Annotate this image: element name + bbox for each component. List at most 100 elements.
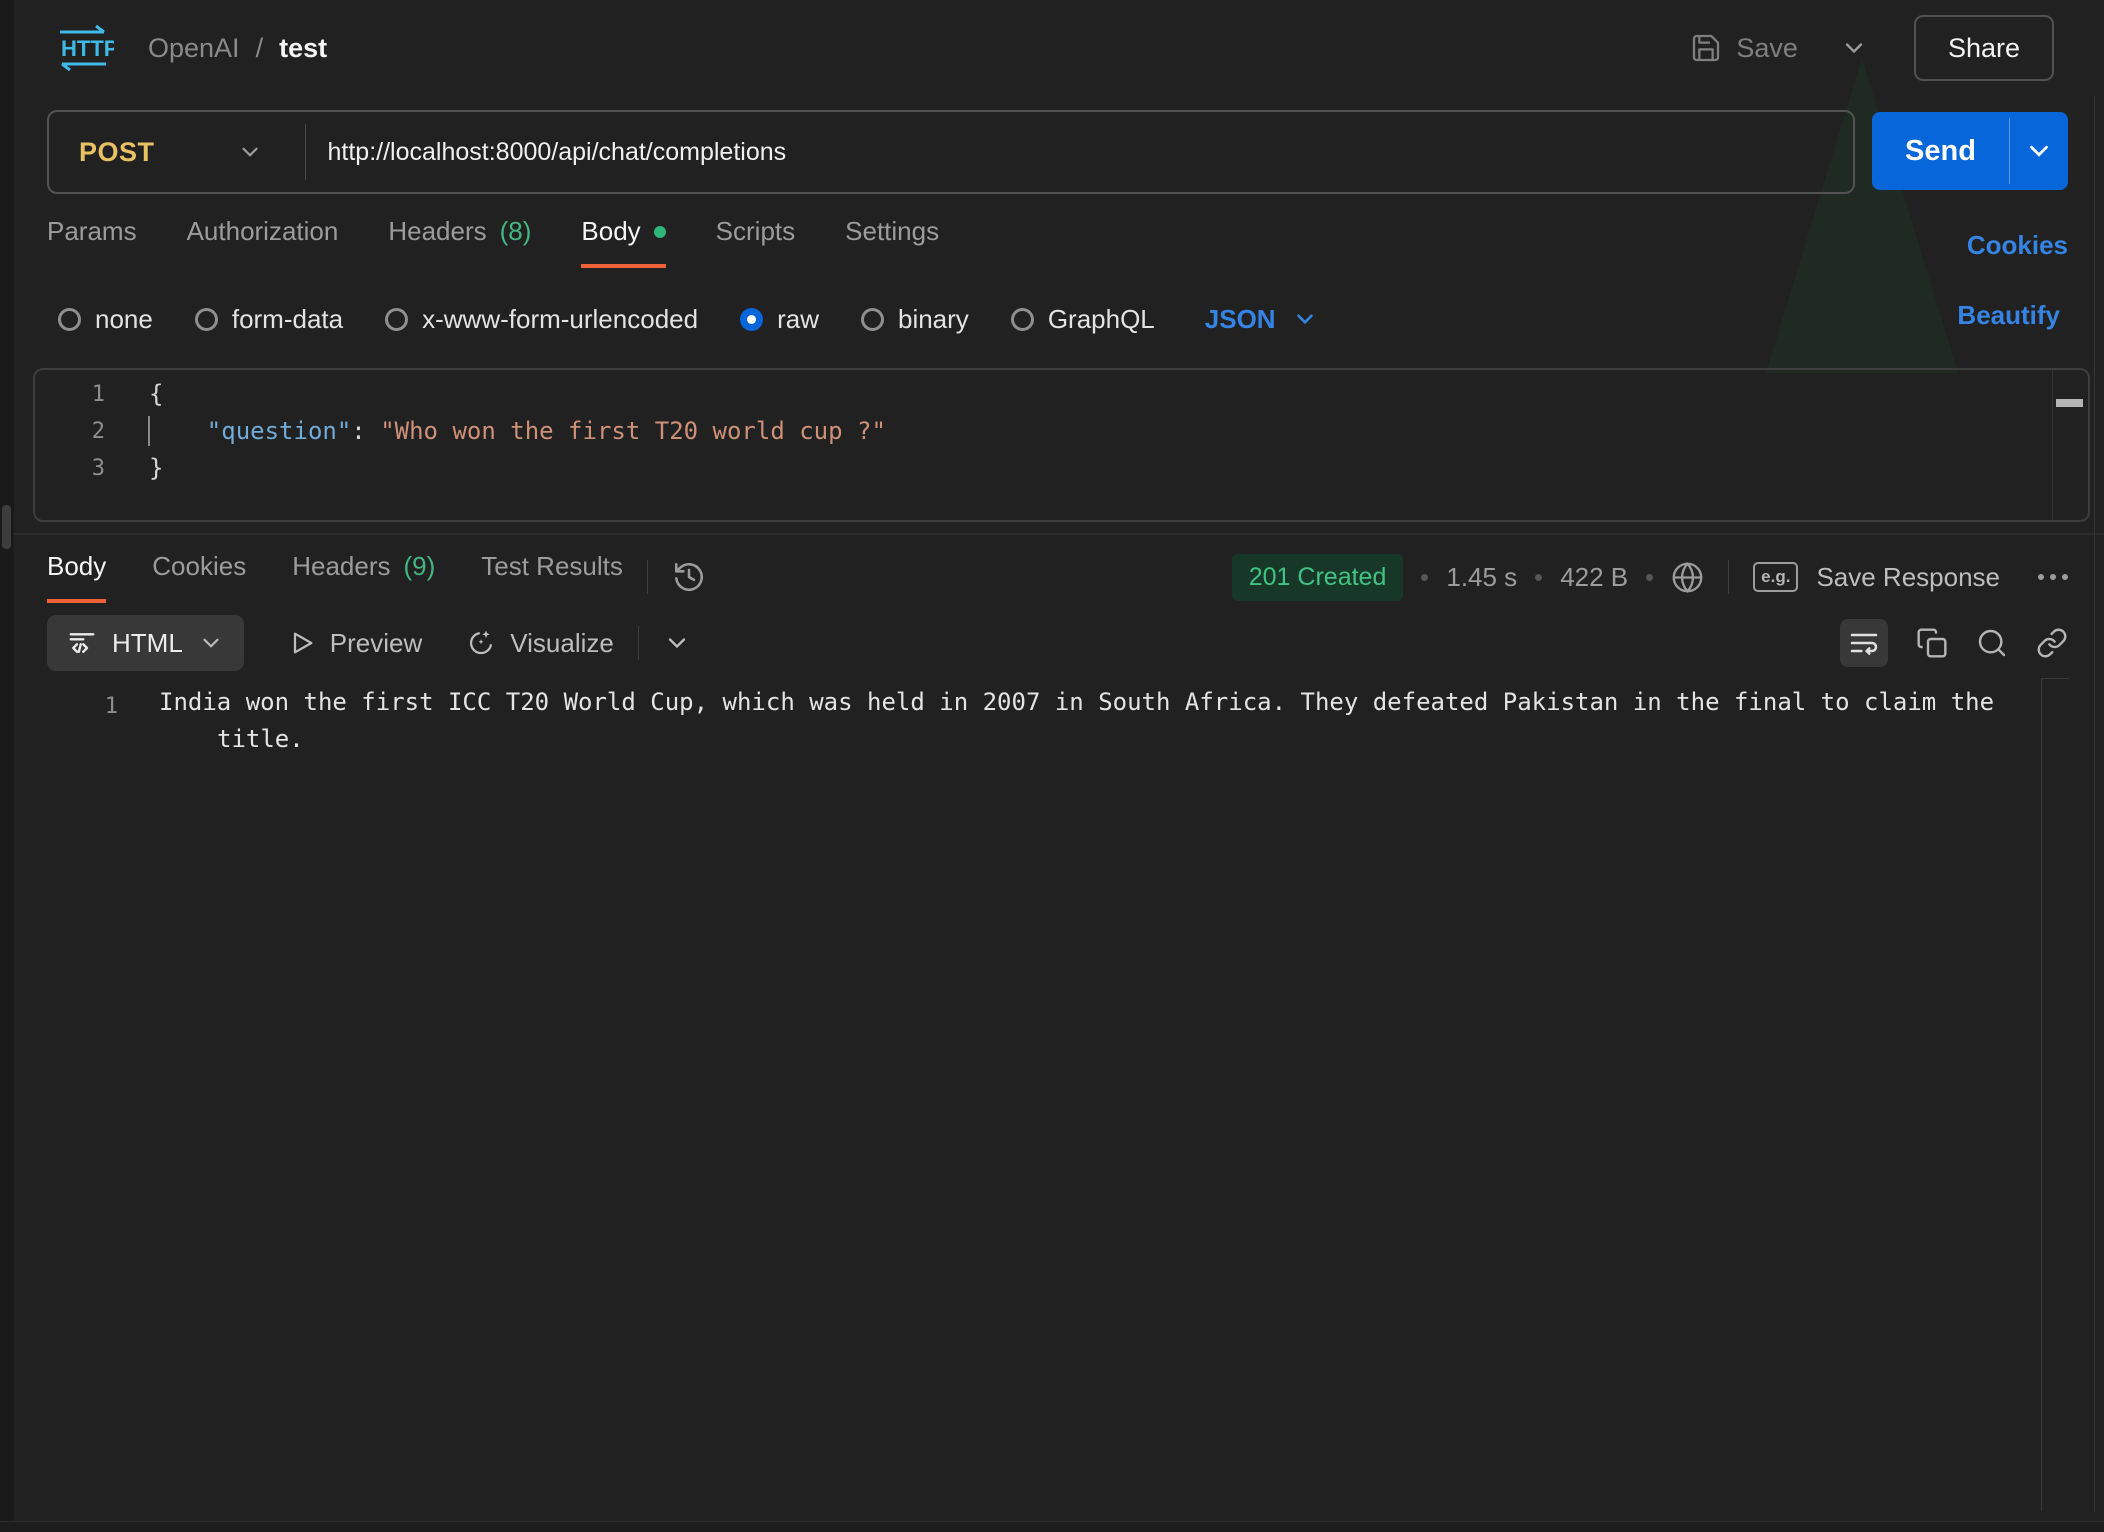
response-tab-cookies[interactable]: Cookies [152, 551, 246, 603]
save-icon [1690, 32, 1722, 64]
response-tabs: Body Cookies Headers (9) Test Results [47, 551, 623, 603]
response-tab-headers-label: Headers [292, 551, 390, 582]
request-tabs: Params Authorization Headers (8) Body Sc… [47, 216, 939, 268]
breadcrumb-collection[interactable]: OpenAI [148, 33, 240, 64]
save-response-button[interactable]: Save Response [1816, 562, 2000, 593]
response-format-dropdown[interactable]: HTML [47, 615, 244, 671]
format-code-icon [67, 628, 97, 658]
editor-scrollbar-thumb[interactable] [2056, 399, 2083, 407]
request-body-editor[interactable]: 1 { 2 "question": "Who won the first T20… [33, 368, 2090, 522]
preview-button[interactable]: Preview [288, 628, 422, 659]
method-selector[interactable]: POST [79, 137, 155, 168]
body-mode-row: none form-data x-www-form-urlencoded raw… [58, 294, 1318, 344]
response-toolbar: HTML Preview Visualize [47, 614, 2068, 672]
wrap-text-toggle[interactable] [1840, 619, 1888, 667]
tab-body[interactable]: Body [581, 216, 665, 268]
tab-settings[interactable]: Settings [845, 216, 939, 268]
response-header-bar: Body Cookies Headers (9) Test Results 20… [47, 548, 2068, 606]
tab-scripts[interactable]: Scripts [716, 216, 795, 268]
search-icon[interactable] [1976, 627, 2008, 659]
tab-headers[interactable]: Headers (8) [388, 216, 531, 268]
response-scroll-gutter-top [2041, 678, 2069, 679]
chevron-down-icon [1292, 306, 1318, 332]
beautify-link[interactable]: Beautify [1957, 300, 2060, 331]
save-label: Save [1736, 33, 1798, 64]
app-window: HTTP OpenAI / test Save Share PO [0, 0, 2104, 1532]
line-number: 3 [35, 450, 105, 487]
response-tab-test-results[interactable]: Test Results [481, 551, 623, 603]
url-input[interactable]: http://localhost:8000/api/chat/completio… [328, 138, 787, 167]
response-size[interactable]: 422 B [1560, 562, 1628, 593]
response-toolbar-right [1840, 619, 2068, 667]
bottom-status-bar [0, 1521, 2104, 1532]
cookies-link[interactable]: Cookies [1967, 230, 2068, 261]
url-bar-divider [305, 124, 306, 180]
chevron-down-icon[interactable] [663, 629, 691, 657]
copy-icon[interactable] [1916, 627, 1948, 659]
send-dropdown-caret[interactable] [2010, 112, 2068, 190]
save-button[interactable]: Save [1690, 32, 1868, 64]
tab-authorization[interactable]: Authorization [187, 216, 339, 268]
radio-urlencoded-label: x-www-form-urlencoded [422, 304, 698, 335]
radio-none[interactable]: none [58, 304, 153, 335]
link-icon[interactable] [2036, 627, 2068, 659]
response-tab-body[interactable]: Body [47, 551, 106, 603]
response-time[interactable]: 1.45 s [1446, 562, 1517, 593]
radio-graphql-circle [1011, 308, 1034, 331]
radio-binary-circle [861, 308, 884, 331]
history-icon[interactable] [672, 560, 706, 594]
radio-graphql[interactable]: GraphQL [1011, 304, 1155, 335]
line-number: 2 [35, 413, 105, 450]
status-divider [1728, 560, 1729, 594]
send-button[interactable]: Send [1872, 112, 2009, 190]
response-body-text[interactable]: India won the first ICC T20 World Cup, w… [159, 684, 2004, 758]
request-response-divider[interactable] [14, 533, 2104, 535]
status-badge[interactable]: 201 Created [1232, 554, 1404, 601]
radio-binary[interactable]: binary [861, 304, 969, 335]
left-sidebar-strip [0, 0, 14, 1521]
request-header-bar: HTTP OpenAI / test Save Share [14, 0, 2090, 96]
sidebar-drag-handle[interactable] [2, 505, 11, 549]
chevron-down-icon [198, 630, 224, 656]
editor-scroll-gutter[interactable] [2052, 370, 2088, 520]
tab-body-label: Body [581, 216, 640, 247]
radio-raw[interactable]: raw [740, 304, 819, 335]
globe-network-icon[interactable] [1671, 561, 1704, 594]
request-url-bar: POST http://localhost:8000/api/chat/comp… [47, 110, 1855, 194]
chevron-down-icon [2024, 136, 2054, 166]
share-label: Share [1948, 33, 2020, 64]
text-cursor [148, 416, 150, 446]
send-label: Send [1905, 135, 1976, 168]
save-dropdown-caret-icon[interactable] [1840, 34, 1868, 62]
radio-form-data[interactable]: form-data [195, 304, 343, 335]
radio-urlencoded[interactable]: x-www-form-urlencoded [385, 304, 698, 335]
code-text: } [105, 450, 163, 487]
tab-settings-label: Settings [845, 216, 939, 247]
radio-urlencoded-circle [385, 308, 408, 331]
visualize-button[interactable]: Visualize [466, 628, 614, 659]
json-string-value: "Who won the first T20 world cup ?" [380, 417, 886, 445]
raw-type-select[interactable]: JSON [1205, 304, 1318, 335]
code-text: { [105, 376, 163, 413]
editor-line-2: 2 "question": "Who won the first T20 wor… [35, 413, 2088, 450]
response-tab-cookies-label: Cookies [152, 551, 246, 582]
radio-form-data-circle [195, 308, 218, 331]
background-triangle-watermark [1766, 58, 1958, 373]
wrap-text-icon [1848, 627, 1880, 659]
tab-params[interactable]: Params [47, 216, 137, 268]
more-options-icon[interactable] [2038, 574, 2068, 580]
response-tab-headers[interactable]: Headers (9) [292, 551, 435, 603]
radio-graphql-label: GraphQL [1048, 304, 1155, 335]
code-text: "question": "Who won the first T20 world… [105, 413, 886, 450]
tab-scripts-label: Scripts [716, 216, 795, 247]
breadcrumb-separator: / [256, 33, 264, 64]
breadcrumb-request-name[interactable]: test [279, 33, 327, 64]
visualize-magic-icon [466, 628, 496, 658]
method-dropdown-caret-icon[interactable] [237, 139, 263, 165]
share-button[interactable]: Share [1914, 15, 2054, 81]
response-tab-body-label: Body [47, 551, 106, 582]
editor-line-1: 1 { [35, 376, 2088, 413]
response-tabs-divider [647, 560, 648, 594]
json-key: "question" [207, 417, 352, 445]
response-status-group: 201 Created 1.45 s 422 B e.g. Save Respo… [1232, 554, 2068, 601]
